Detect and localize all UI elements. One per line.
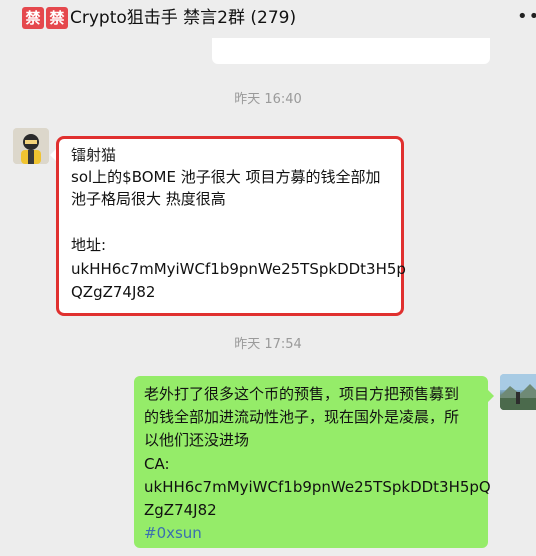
message-line: 地址: xyxy=(71,236,107,254)
contract-address: ukHH6c7mMyiWCf1b9pnWe25TSpkDDt3H5pQ xyxy=(144,478,491,496)
sender-avatar[interactable] xyxy=(13,128,49,164)
my-avatar[interactable] xyxy=(500,374,536,410)
chat-header: 禁 禁 Crypto狙击手 禁言2群 (279) ••• xyxy=(0,0,536,38)
bubble-tail xyxy=(50,149,56,161)
more-dots-icon[interactable]: ••• xyxy=(517,6,536,27)
group-name: Crypto狙击手 禁言2群 xyxy=(70,8,245,28)
timestamp: 昨天 16:40 xyxy=(234,92,302,107)
timestamp: 昨天 17:54 xyxy=(234,337,302,352)
chat-title: Crypto狙击手 禁言2群 (279) xyxy=(70,6,296,30)
message-line: 的钱全部加进流动性池子，现在国外是凌晨，所 xyxy=(144,408,460,426)
hashtag-link[interactable]: #0xsun xyxy=(144,523,202,543)
message-line: sol上的$BOME 池子很大 项目方募的钱全部加 xyxy=(71,168,381,186)
bubble-tail xyxy=(488,390,494,402)
contract-address: ZgZ74J82 xyxy=(144,501,217,519)
previous-message-bubble[interactable] xyxy=(212,38,490,64)
member-count: (279) xyxy=(250,8,297,28)
sender-name: 镭射猫 xyxy=(71,146,117,164)
message-line: 以他们还没进场 xyxy=(144,431,250,449)
message-line: CA: xyxy=(144,455,170,473)
mute-badge-icon: 禁 xyxy=(46,7,68,29)
incoming-message-bubble[interactable]: 镭射猫 sol上的$BOME 池子很大 项目方募的钱全部加 池子格局很大 热度很… xyxy=(50,136,406,316)
message-line: 池子格局很大 热度很高 xyxy=(71,190,226,208)
outgoing-message-bubble[interactable]: 老外打了很多这个币的预售，项目方把预售募到 的钱全部加进流动性池子，现在国外是凌… xyxy=(134,376,494,548)
message-line: 老外打了很多这个币的预售，项目方把预售募到 xyxy=(144,385,460,403)
contract-address: ukHH6c7mMyiWCf1b9pnWe25TSpkDDt3H5p xyxy=(71,260,406,278)
mute-badge-icon: 禁 xyxy=(22,7,44,29)
contract-address: QZgZ74J82 xyxy=(71,283,156,301)
